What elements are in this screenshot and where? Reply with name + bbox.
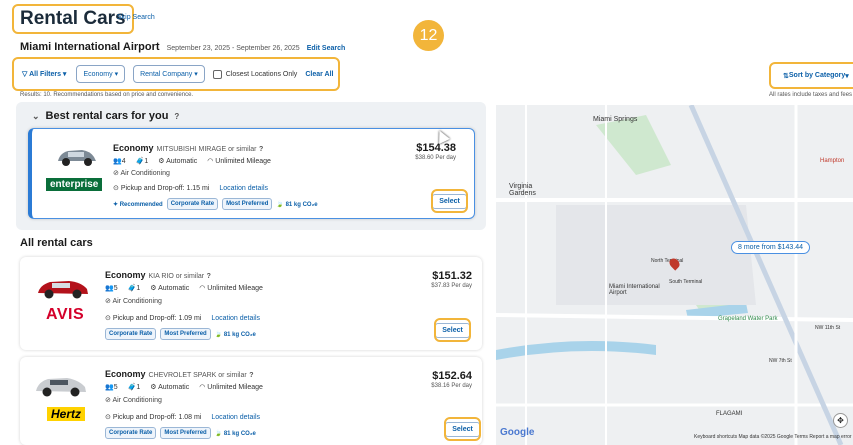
car-features: 👥4 🧳1 ⚙ Automatic ◠ Unlimited Mileage <box>113 158 271 165</box>
skip-search-link[interactable]: Skip Search <box>117 14 155 21</box>
pickup-info: ⊙ Pickup and Drop-off: 1.15 mi Location … <box>113 185 269 192</box>
map-label: Virginia Gardens <box>509 183 536 197</box>
car-class: Economy CHEVROLET SPARK or similar ? <box>105 369 254 379</box>
pickup-info: ⊙ Pickup and Drop-off: 1.09 mi Location … <box>105 315 261 322</box>
location-details-link[interactable]: Location details <box>211 414 260 421</box>
chevron-down-icon: ▾ <box>192 71 198 78</box>
air-conditioning: ⊘ Air Conditioning <box>105 397 162 404</box>
sort-button[interactable]: ⇅ Sort by Category ▾ <box>769 62 853 89</box>
air-conditioning: ⊘ Air Conditioning <box>113 170 170 177</box>
car-features: 👥5 🧳1 ⚙ Automatic ◠ Unlimited Mileage <box>105 285 263 292</box>
page-title-box: Rental Cars <box>12 4 134 34</box>
car-image <box>38 281 88 299</box>
most-preferred-tag: Most Preferred <box>222 198 273 210</box>
map-label: NW 7th St <box>769 358 792 364</box>
corporate-rate-tag: Corporate Rate <box>105 328 157 340</box>
pin-icon: ⊙ <box>113 185 121 192</box>
more-locations-pill[interactable]: 8 more from $143.44 <box>731 241 810 254</box>
map-label: Hampton <box>820 158 845 164</box>
enterprise-logo: enterprise <box>46 178 103 191</box>
date-range: September 23, 2025 - September 26, 2025 <box>166 45 300 52</box>
people-icon: 👥 <box>113 158 122 165</box>
pickup-info: ⊙ Pickup and Drop-off: 1.08 mi Location … <box>105 414 261 421</box>
price-per-day: $37.83 Per day <box>431 283 472 289</box>
map-label: Miami Springs <box>593 116 638 123</box>
chevron-down-icon: ⌄ <box>32 110 40 121</box>
gear-icon: ⚙ <box>150 285 159 292</box>
clear-all-link[interactable]: Clear All <box>305 71 333 78</box>
checkbox-box[interactable] <box>212 69 222 79</box>
chevron-down-icon: ▾ <box>112 71 119 78</box>
most-preferred-tag: Most Preferred <box>160 427 211 439</box>
leaf-icon: 🍃 <box>276 201 286 208</box>
chevron-down-icon: ▾ <box>60 71 67 78</box>
step-badge: 12 <box>413 20 444 51</box>
page-title: Rental Cars <box>20 8 126 29</box>
car-price: $154.38 <box>416 142 456 154</box>
select-button[interactable]: Select <box>444 417 481 441</box>
car-class: Economy MITSUBISHI MIRAGE or similar ? <box>113 143 264 153</box>
help-icon[interactable]: ? <box>174 112 179 121</box>
avis-logo: AVIS <box>46 306 85 323</box>
sparkle-icon: ✦ <box>113 201 120 208</box>
rental-company-dropdown[interactable]: Rental Company ▾ <box>133 65 205 83</box>
help-icon[interactable]: ? <box>249 372 253 379</box>
help-icon[interactable]: ? <box>259 146 263 153</box>
car-image <box>58 150 96 166</box>
gear-icon: ⚙ <box>150 384 159 391</box>
map-label: NW 11th St <box>815 325 841 331</box>
all-filters-button[interactable]: ▽ All Filters ▾ <box>20 66 69 82</box>
pin-icon: ⊙ <box>105 315 113 322</box>
pin-icon: ⊙ <box>105 414 113 421</box>
map-move-icon[interactable]: ✥ <box>833 413 848 428</box>
help-icon[interactable]: ? <box>207 273 211 280</box>
corporate-rate-tag: Corporate Rate <box>105 427 157 439</box>
edit-search-link[interactable]: Edit Search <box>307 45 346 52</box>
all-cars-heading: All rental cars <box>20 237 93 249</box>
search-summary: Miami International Airport September 23… <box>20 41 345 53</box>
air-conditioning: ⊘ Air Conditioning <box>105 298 162 305</box>
location-details-link[interactable]: Location details <box>211 315 260 322</box>
people-icon: 👥 <box>105 384 114 391</box>
gear-icon: ⚙ <box>158 158 167 165</box>
location-name: Miami International Airport <box>20 41 160 53</box>
map-label: Grapeland Water Park <box>718 316 778 322</box>
people-icon: 👥 <box>105 285 114 292</box>
car-price: $151.32 <box>432 270 472 282</box>
car-tags: Corporate Rate Most Preferred 🍃 81 kg CO… <box>105 427 256 439</box>
car-card: AVIS Economy KIA RIO or similar ? 👥5 🧳1 ⚙… <box>20 257 482 350</box>
select-button[interactable]: Select <box>434 318 471 342</box>
leaf-icon: 🍃 <box>214 430 224 437</box>
leaf-icon: 🍃 <box>214 331 224 338</box>
map-background <box>496 105 853 445</box>
car-card: Hertz Economy CHEVROLET SPARK or similar … <box>20 357 482 445</box>
car-features: 👥5 🧳1 ⚙ Automatic ◠ Unlimited Mileage <box>105 384 263 391</box>
economy-dropdown[interactable]: Economy ▾ <box>76 65 126 83</box>
car-tags: Corporate Rate Most Preferred 🍃 81 kg CO… <box>105 328 256 340</box>
car-card-best: enterprise Economy MITSUBISHI MIRAGE or s… <box>28 128 475 219</box>
filter-bar: ▽ All Filters ▾ Economy ▾ Rental Company… <box>12 57 340 91</box>
map-label: South Terminal <box>669 279 703 285</box>
car-price: $152.64 <box>432 370 472 382</box>
map-label: FLAGAMI <box>716 411 743 417</box>
google-logo: Google <box>500 427 535 438</box>
best-cars-heading[interactable]: ⌄ Best rental cars for you ? <box>32 110 179 122</box>
map-panel[interactable] <box>496 105 853 445</box>
results-count: Results: 10. Recommendations based on pr… <box>20 92 194 98</box>
map-footer: Keyboard shortcuts Map data ©2025 Google… <box>694 434 852 440</box>
price-per-day: $38.16 Per day <box>431 383 472 389</box>
select-button[interactable]: Select <box>431 189 468 213</box>
map-label: Miami International Airport <box>609 284 660 296</box>
rates-note: All rates include taxes and fees <box>769 92 853 98</box>
chevron-down-icon: ▾ <box>845 72 849 80</box>
location-details-link[interactable]: Location details <box>219 185 268 192</box>
most-preferred-tag: Most Preferred <box>160 328 211 340</box>
car-image <box>36 378 86 397</box>
price-per-day: $38.60 Per day <box>415 155 456 161</box>
hertz-logo: Hertz <box>47 407 86 421</box>
car-tags: ✦ Recommended Corporate Rate Most Prefer… <box>113 198 318 210</box>
closest-locations-checkbox[interactable]: Closest Locations Only <box>212 69 297 79</box>
car-class: Economy KIA RIO or similar ? <box>105 270 211 280</box>
corporate-rate-tag: Corporate Rate <box>166 198 219 210</box>
